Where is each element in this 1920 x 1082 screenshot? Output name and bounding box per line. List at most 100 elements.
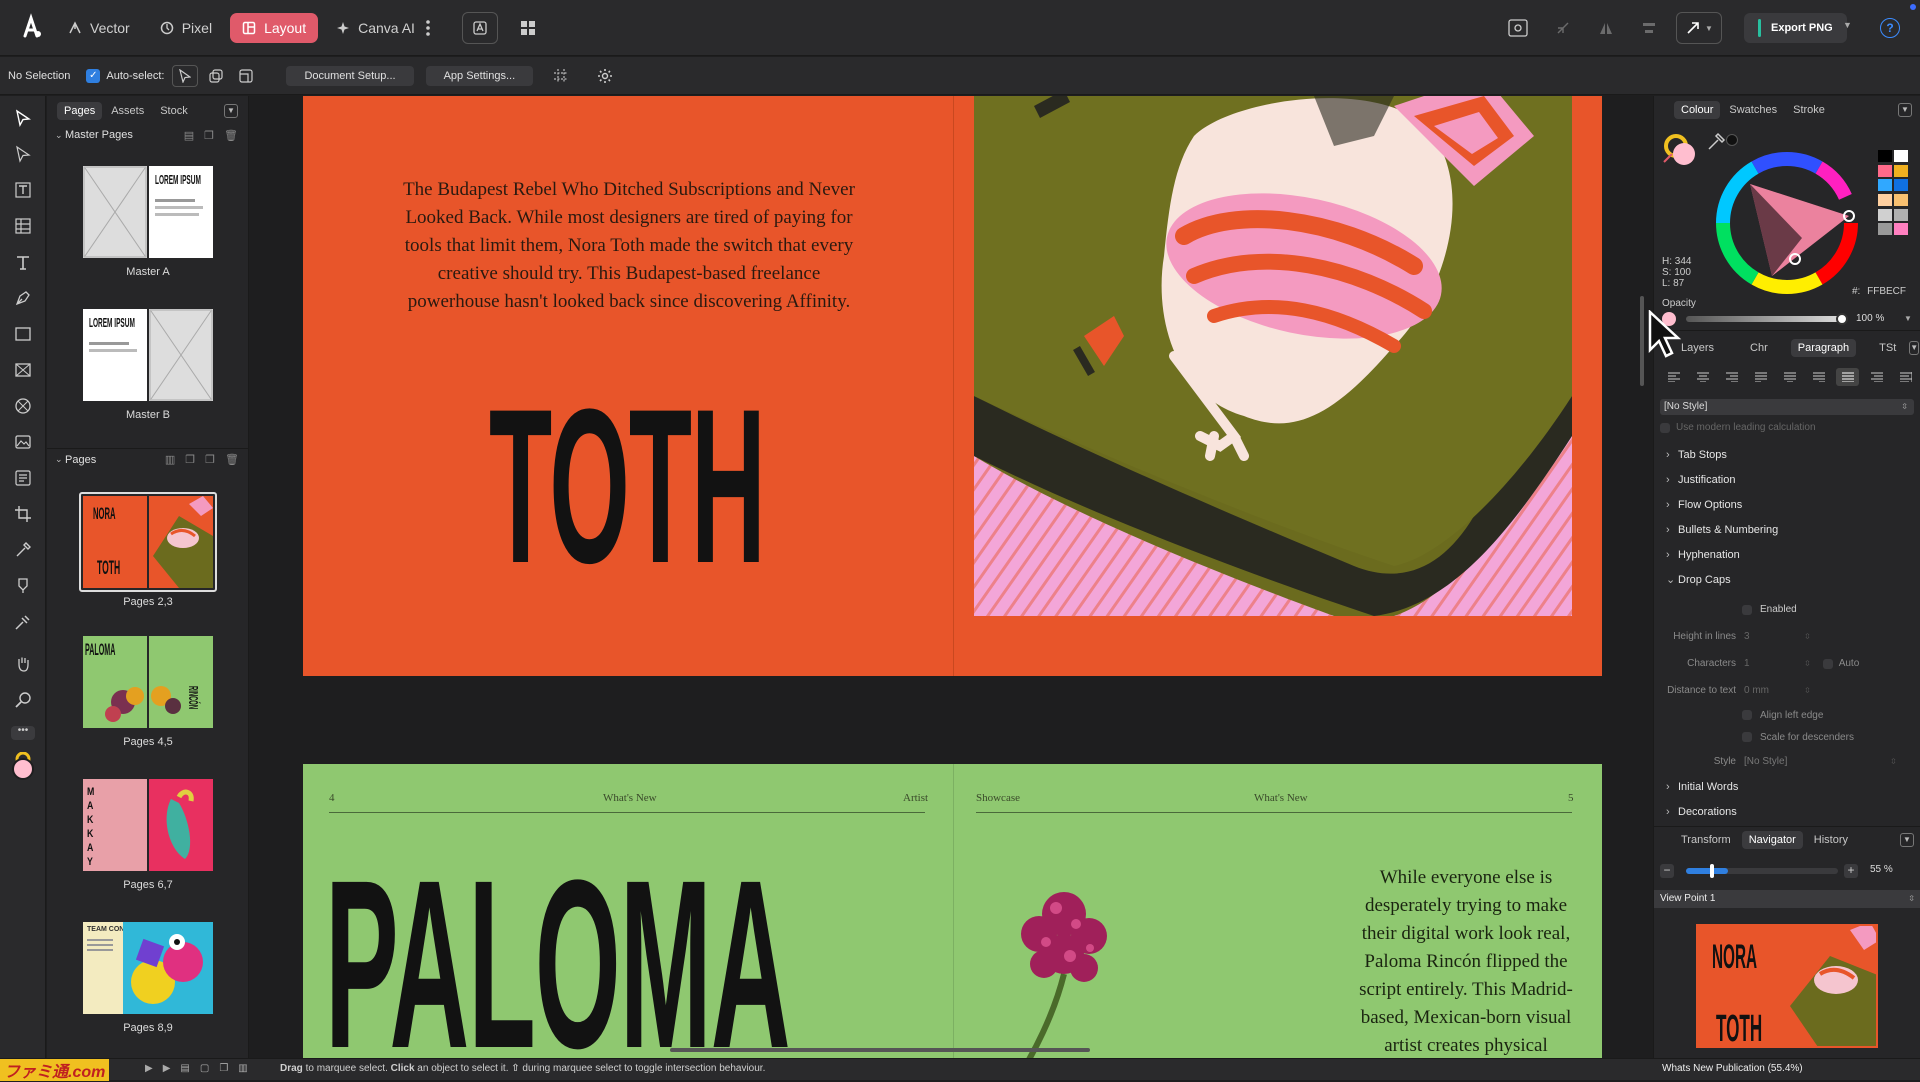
grid-snapping-icon[interactable]: [553, 68, 569, 84]
artistic-text-tool-icon[interactable]: [0, 244, 46, 280]
zoom-slider-handle[interactable]: [1710, 864, 1714, 878]
flower-illustration[interactable]: [994, 864, 1134, 1058]
justify-center-icon[interactable]: [1778, 368, 1801, 386]
picture-frame-tool-icon[interactable]: [0, 352, 46, 388]
tab-history[interactable]: History: [1807, 831, 1855, 849]
page-2[interactable]: The Budapest Rebel Who Ditched Subscript…: [303, 96, 953, 676]
zoom-in-button[interactable]: +: [1844, 864, 1858, 878]
distance-to-text-field[interactable]: 0 mm: [1744, 685, 1804, 696]
pixel-persona-button[interactable]: Pixel: [148, 13, 224, 43]
zoom-value[interactable]: 55 %: [1870, 864, 1893, 875]
section-hyphenation[interactable]: › Hyphenation: [1654, 542, 1920, 567]
navigator-menu-icon[interactable]: ▼: [1900, 833, 1914, 847]
headline-paloma[interactable]: PALOMA: [325, 844, 791, 1058]
table-tool-icon[interactable]: [0, 208, 46, 244]
body-paragraph[interactable]: While everyone else is desperately tryin…: [1354, 864, 1578, 1058]
select-mode-group-icon[interactable]: [234, 68, 258, 83]
ellipse-frame-tool-icon[interactable]: [0, 388, 46, 424]
next-page-icon[interactable]: ▶: [163, 1063, 171, 1074]
chevron-updown-icon[interactable]: ⇳: [1890, 757, 1897, 766]
node-tool-icon[interactable]: [0, 136, 46, 172]
duplicate-page-icon[interactable]: ❐: [205, 453, 215, 466]
document-canvas[interactable]: The Budapest Rebel Who Ditched Subscript…: [250, 96, 1652, 1058]
characters-field[interactable]: 1: [1744, 658, 1804, 669]
align-right-icon[interactable]: [1720, 368, 1743, 386]
vertical-scrollbar[interactable]: [1640, 296, 1644, 386]
help-icon[interactable]: ?: [1880, 18, 1900, 38]
align-icon[interactable]: [1631, 12, 1667, 44]
apps-grid-icon[interactable]: [510, 12, 546, 44]
master-a-thumbnail[interactable]: LOREM IPSUM: [83, 166, 213, 258]
tab-colour[interactable]: Colour: [1674, 101, 1721, 119]
layout-persona-button[interactable]: Layout: [230, 13, 319, 43]
horizontal-scrollbar[interactable]: [670, 1048, 1090, 1052]
quick-export-dropdown[interactable]: ▼: [1676, 12, 1722, 44]
section-initial-words[interactable]: › Initial Words: [1654, 774, 1920, 799]
pages-header[interactable]: ⌄ Pages ▥ ❐ ❐ 🗑: [47, 448, 249, 470]
pages-2-3-thumbnail[interactable]: NORA TOTH: [83, 496, 213, 588]
pages-4-5-thumbnail[interactable]: PALOMA RINCÓN: [83, 636, 213, 728]
section-tab-stops[interactable]: › Tab Stops: [1654, 442, 1920, 467]
snapping-icon[interactable]: [1545, 12, 1581, 44]
move-tool-icon[interactable]: [0, 100, 46, 136]
page-stack-icon[interactable]: ▤: [180, 1063, 189, 1074]
stepper-icon[interactable]: ⇳: [1804, 632, 1811, 641]
zoom-out-button[interactable]: −: [1660, 864, 1674, 878]
stepper-icon[interactable]: ⇳: [1804, 686, 1811, 695]
tab-character[interactable]: Chr: [1743, 339, 1775, 357]
fill-stroke-well-icon[interactable]: [1662, 132, 1698, 168]
page-options-icon[interactable]: ▥: [165, 453, 175, 466]
tab-pages[interactable]: Pages: [57, 102, 103, 120]
scale-descenders-checkbox[interactable]: [1742, 732, 1752, 742]
export-options-chevron-icon[interactable]: ▼: [1843, 20, 1852, 30]
tab-transform[interactable]: Transform: [1674, 831, 1738, 849]
section-justification[interactable]: › Justification: [1654, 467, 1920, 492]
tab-text-styles[interactable]: TSt: [1872, 339, 1903, 357]
delete-master-icon[interactable]: 🗑: [224, 129, 238, 142]
app-settings-button[interactable]: App Settings...: [425, 65, 534, 86]
sushi-illustration[interactable]: [974, 96, 1572, 616]
auto-select-checkbox[interactable]: ✓: [86, 68, 101, 83]
tab-paragraph[interactable]: Paragraph: [1790, 339, 1857, 357]
align-away-spine-icon[interactable]: [1894, 368, 1917, 386]
modern-leading-row[interactable]: Use modern leading calculation: [1660, 422, 1816, 433]
opacity-value[interactable]: 100 %: [1856, 313, 1884, 324]
export-png-button[interactable]: Export PNG: [1744, 13, 1847, 43]
page-3[interactable]: [954, 96, 1602, 676]
tab-assets[interactable]: Assets: [104, 102, 151, 120]
pen-tool-icon[interactable]: [0, 280, 46, 316]
drop-caps-enabled-checkbox[interactable]: [1742, 604, 1752, 615]
document-setup-button[interactable]: Document Setup...: [286, 65, 414, 86]
section-bullets-numbering[interactable]: › Bullets & Numbering: [1654, 517, 1920, 542]
page-layout-icon[interactable]: ▢: [200, 1063, 209, 1074]
eyedropper-tool-icon[interactable]: [0, 532, 46, 568]
text-frame-mode-icon[interactable]: [462, 12, 498, 44]
section-decorations[interactable]: › Decorations: [1654, 799, 1920, 824]
paragraph-style-select[interactable]: [No Style] ⇳: [1660, 399, 1914, 415]
tab-stock[interactable]: Stock: [153, 102, 195, 120]
colour-well-icon[interactable]: [11, 752, 35, 782]
stepper-icon[interactable]: ⇳: [1804, 659, 1811, 668]
master-pages-header[interactable]: ⌄ Master Pages ▤ ❐ 🗑: [47, 124, 248, 146]
master-b-thumbnail[interactable]: LOREM IPSUM: [83, 309, 213, 401]
pipette-tool-icon[interactable]: [0, 604, 46, 640]
justify-all-icon[interactable]: [1836, 368, 1859, 386]
colour-panel-menu-icon[interactable]: ▼: [1898, 103, 1912, 117]
panel-menu-chevron-icon[interactable]: ▼: [224, 104, 238, 118]
justify-left-icon[interactable]: [1749, 368, 1772, 386]
height-in-lines-field[interactable]: 3: [1744, 631, 1804, 642]
black-swatch[interactable]: [1726, 134, 1738, 146]
hex-field[interactable]: #: FFBECF: [1852, 286, 1906, 297]
colour-wheel[interactable]: [1712, 148, 1862, 298]
view-point-select[interactable]: View Point 1 ⇳: [1654, 890, 1920, 908]
affinity-logo-icon[interactable]: [16, 12, 46, 42]
zoom-slider[interactable]: [1686, 868, 1838, 874]
align-left-edge-checkbox[interactable]: [1742, 710, 1752, 720]
more-options-icon[interactable]: [410, 12, 446, 44]
align-towards-spine-icon[interactable]: [1865, 368, 1888, 386]
fill-tool-icon[interactable]: [0, 568, 46, 604]
spread-icon[interactable]: ❐: [219, 1063, 228, 1074]
select-mode-pointer-icon[interactable]: [172, 64, 199, 87]
text-panel-menu-icon[interactable]: ▼: [1909, 341, 1920, 355]
align-center-icon[interactable]: [1691, 368, 1714, 386]
